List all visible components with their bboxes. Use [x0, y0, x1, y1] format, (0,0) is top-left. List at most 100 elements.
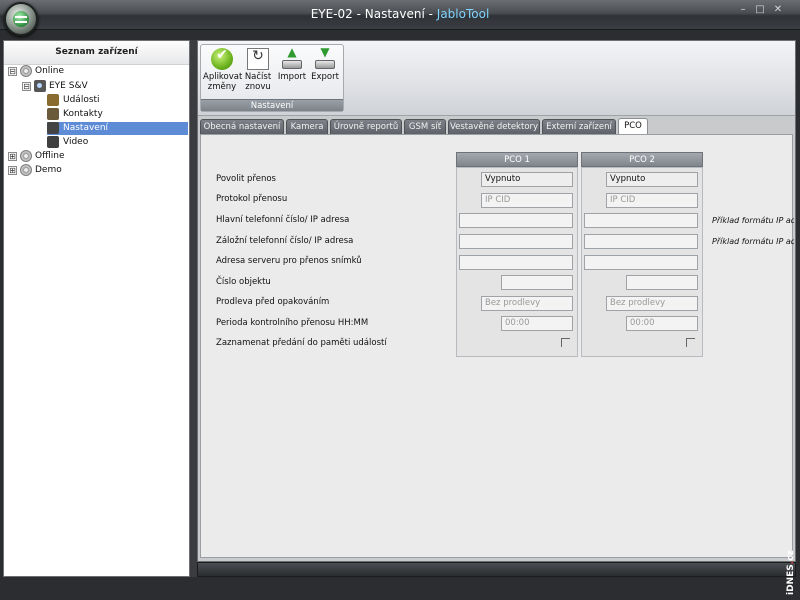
- pco2-primary-input[interactable]: [584, 213, 698, 228]
- tree-item-label: Offline: [35, 151, 65, 161]
- import-button[interactable]: ▲ Import: [276, 46, 308, 101]
- label-backup-phone-ip: Záložní telefonní číslo/ IP adresa: [216, 236, 354, 246]
- label-check-period: Perioda kontrolního přenosu HH:MM: [216, 318, 369, 328]
- tree-item-nastaveni[interactable]: Nastavení: [47, 122, 188, 135]
- apply-changes-label: Aplikovat: [203, 72, 243, 82]
- column-header-pco1: PCO 1: [456, 152, 578, 167]
- tree-item-label: Demo: [35, 165, 62, 175]
- ribbon-toolbar: Aplikovat změny Načíst znovu ▲ Import ▼ …: [198, 41, 795, 116]
- pco2-period-input[interactable]: 00:00: [626, 316, 698, 331]
- reload-label: Načíst: [244, 72, 272, 82]
- import-icon: ▲: [281, 46, 303, 70]
- label-retry-delay: Prodleva před opakováním: [216, 297, 330, 307]
- pco2-protocol-select[interactable]: IP CID: [606, 193, 698, 208]
- gear-icon: [20, 164, 32, 176]
- main-panel: Aplikovat změny Načíst znovu ▲ Import ▼ …: [197, 40, 796, 562]
- pco1-primary-input[interactable]: [459, 213, 573, 228]
- reload-button[interactable]: Načíst znovu: [243, 47, 273, 101]
- pco2-log-checkbox[interactable]: [686, 338, 695, 347]
- pco2-enable-select[interactable]: Vypnuto: [606, 172, 698, 187]
- panel-splitter[interactable]: [190, 40, 197, 577]
- import-label: Import: [277, 72, 307, 82]
- tab-urovne-reportu[interactable]: Úrovně reportů: [330, 119, 402, 134]
- pco2-delay-select[interactable]: Bez prodlevy: [606, 296, 698, 311]
- export-label: Export: [311, 72, 339, 82]
- label-object-number: Číslo objektu: [216, 277, 271, 287]
- pco1-backup-input[interactable]: [459, 234, 573, 249]
- export-icon: ▼: [314, 46, 336, 70]
- close-button[interactable]: ✕: [771, 4, 785, 16]
- window-title-brand: JabloTool: [436, 7, 490, 21]
- tab-externi-zarizeni[interactable]: Externí zařízení: [542, 119, 616, 134]
- tree-item-label: Události: [63, 95, 100, 105]
- watermark-suffix: cz: [786, 550, 796, 562]
- pco2-server-input[interactable]: [584, 255, 698, 270]
- expand-icon[interactable]: ⊞: [8, 166, 17, 175]
- contacts-icon: [47, 108, 59, 120]
- pco2-backup-input[interactable]: [584, 234, 698, 249]
- pco1-delay-select[interactable]: Bez prodlevy: [481, 296, 573, 311]
- tree-item-kontakty[interactable]: Kontakty: [47, 108, 188, 121]
- tree-item-udalosti[interactable]: Události: [47, 94, 188, 107]
- tab-gsm-sit[interactable]: GSM síť: [404, 119, 446, 134]
- pco1-period-input[interactable]: 00:00: [501, 316, 573, 331]
- expand-icon[interactable]: ⊞: [8, 152, 17, 161]
- apply-changes-label-2: změny: [207, 82, 237, 92]
- app-logo-icon[interactable]: [4, 2, 38, 36]
- tab-pco[interactable]: PCO: [618, 118, 648, 135]
- video-icon: [47, 136, 59, 148]
- tab-vestavene-detektory[interactable]: Vestavěné detektory: [448, 119, 540, 134]
- export-button[interactable]: ▼ Export: [309, 46, 341, 101]
- reload-label-2: znovu: [245, 82, 271, 92]
- tab-obecna-nastaveni[interactable]: Obecná nastavení: [200, 119, 284, 134]
- watermark-prefix: iDNES: [786, 564, 796, 596]
- gear-icon: [20, 65, 32, 77]
- label-primary-phone-ip: Hlavní telefonní číslo/ IP adresa: [216, 215, 350, 225]
- pco-settings-page: Povolit přenos Protokol přenosu Hlavní t…: [200, 134, 794, 558]
- ribbon-group-nastaveni: Aplikovat změny Načíst znovu ▲ Import ▼ …: [200, 44, 344, 112]
- check-icon: [211, 48, 233, 70]
- apply-changes-button[interactable]: Aplikovat změny: [203, 47, 243, 101]
- camera-icon: [34, 80, 46, 92]
- watermark-dot: .: [786, 561, 796, 565]
- pco2-object-input[interactable]: [626, 275, 698, 290]
- settings-icon: [47, 122, 59, 134]
- label-log-to-memory: Zaznamenat předání do paměti událostí: [216, 338, 387, 348]
- tree-item-demo[interactable]: ⊞ Demo: [8, 164, 188, 177]
- events-icon: [47, 94, 59, 106]
- tree-item-label: Kontakty: [63, 109, 103, 119]
- tree-item-online[interactable]: ⊟ Online: [8, 65, 188, 78]
- tree-item-label: Video: [63, 137, 89, 147]
- collapse-icon[interactable]: ⊟: [22, 82, 31, 91]
- ip-format-hint-primary: Příklad formátu IP adr: [712, 216, 794, 225]
- pco1-log-checkbox[interactable]: [561, 338, 570, 347]
- window-title-text: EYE-02 - Nastavení -: [310, 7, 437, 21]
- label-image-server-address: Adresa serveru pro přenos snímků: [216, 256, 362, 266]
- minimize-button[interactable]: –: [736, 4, 750, 16]
- tree-item-video[interactable]: Video: [47, 136, 188, 149]
- tree-item-label: Nastavení: [63, 123, 109, 133]
- window-title: EYE-02 - Nastavení - JabloTool: [0, 7, 800, 21]
- reload-icon: [247, 48, 269, 70]
- ribbon-group-label: Nastavení: [201, 99, 343, 111]
- column-header-pco2: PCO 2: [581, 152, 703, 167]
- tree-item-label: EYE S&V: [49, 81, 88, 91]
- tab-kamera[interactable]: Kamera: [286, 119, 328, 134]
- pco1-protocol-select[interactable]: IP CID: [481, 193, 573, 208]
- ip-format-hint-backup: Příklad formátu IP adr: [712, 237, 794, 246]
- tree-item-offline[interactable]: ⊞ Offline: [8, 150, 188, 163]
- gear-icon: [20, 150, 32, 162]
- maximize-button[interactable]: □: [753, 4, 767, 16]
- pco1-enable-select[interactable]: Vypnuto: [481, 172, 573, 187]
- collapse-icon[interactable]: ⊟: [8, 67, 17, 76]
- device-list-panel: Seznam zařízení ⊟ Online ⊟ EYE S&V Událo…: [3, 40, 190, 577]
- pco1-object-input[interactable]: [501, 275, 573, 290]
- tree-item-eye-sv[interactable]: ⊟ EYE S&V: [22, 80, 188, 93]
- tree-item-label: Online: [35, 66, 65, 76]
- title-bar: EYE-02 - Nastavení - JabloTool – □ ✕: [0, 0, 800, 36]
- device-list-header: Seznam zařízení: [4, 41, 189, 65]
- status-bar: [197, 562, 796, 577]
- label-transmission-protocol: Protokol přenosu: [216, 194, 288, 204]
- pco1-server-input[interactable]: [459, 255, 573, 270]
- label-enable-transmission: Povolit přenos: [216, 174, 276, 184]
